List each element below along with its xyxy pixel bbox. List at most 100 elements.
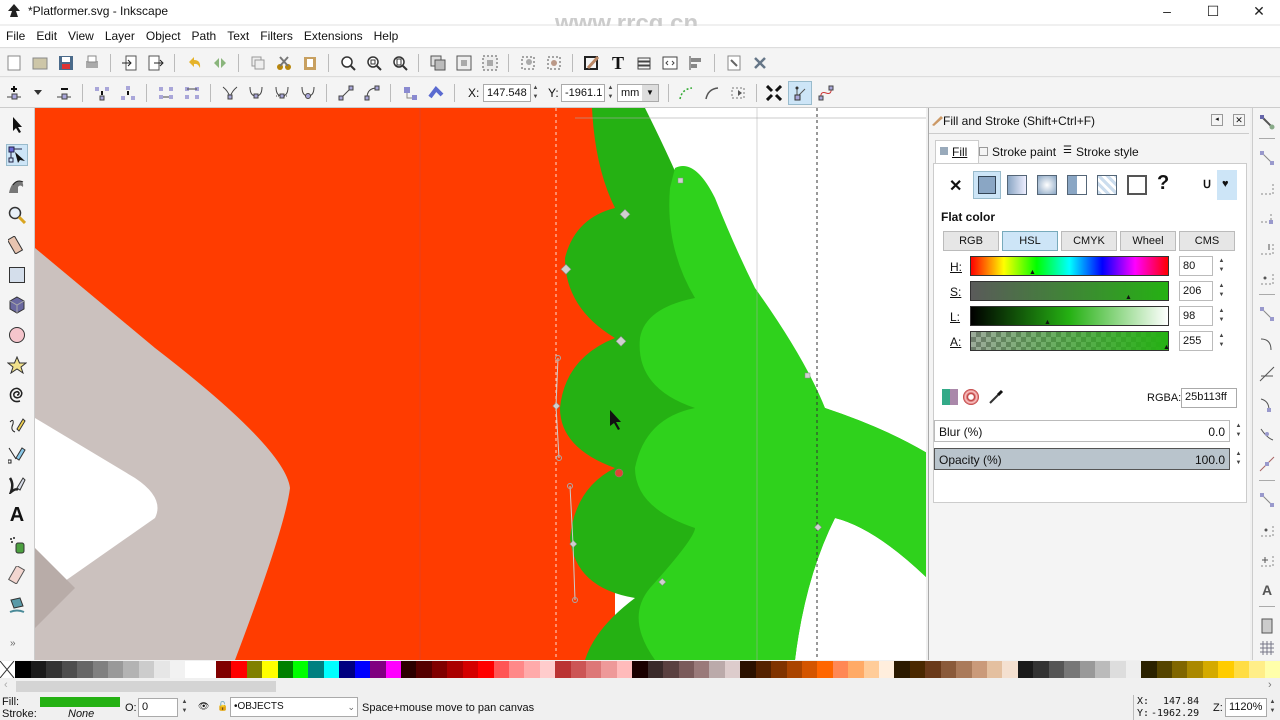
palette-swatch[interactable]: [400, 661, 417, 678]
paste-icon[interactable]: [300, 53, 320, 73]
snap-bbox-center-icon[interactable]: [1257, 268, 1277, 288]
x-spin-buttons[interactable]: ▲ ▼: [531, 84, 540, 102]
alpha-slider[interactable]: ▲: [970, 331, 1170, 351]
fill-indicator[interactable]: [40, 697, 120, 707]
object-to-path-icon[interactable]: [518, 53, 538, 73]
snap-bbox-corner-icon[interactable]: [1257, 208, 1277, 228]
show-transform-handles-icon[interactable]: [764, 83, 784, 103]
palette-swatch[interactable]: [663, 661, 679, 678]
blur-slider[interactable]: Blur (%) 0.0: [934, 420, 1230, 442]
palette-swatch[interactable]: [925, 661, 941, 678]
palette-swatch[interactable]: [786, 661, 802, 678]
color-palette[interactable]: [0, 660, 1280, 679]
palette-swatch[interactable]: [138, 661, 155, 678]
tab-stroke-paint[interactable]: Stroke paint: [979, 140, 1061, 164]
redo-icon[interactable]: [210, 53, 230, 73]
palette-swatch[interactable]: [1079, 661, 1095, 678]
palette-swatch[interactable]: [647, 661, 664, 678]
palette-swatch[interactable]: [755, 661, 772, 678]
palette-swatch[interactable]: [863, 661, 880, 678]
mode-cms-tab[interactable]: CMS: [1179, 231, 1235, 251]
palette-swatch[interactable]: [478, 661, 494, 678]
palette-swatch[interactable]: [879, 661, 895, 678]
palette-swatch[interactable]: [724, 661, 741, 678]
maximize-button[interactable]: ☐: [1190, 0, 1236, 24]
palette-swatch[interactable]: [61, 661, 78, 678]
palette-swatch[interactable]: [1017, 661, 1034, 678]
lightness-input[interactable]: 98: [1179, 306, 1213, 326]
opacity-spin[interactable]: ▲ ▼: [1234, 450, 1243, 468]
node-symmetric-icon[interactable]: [272, 83, 292, 103]
snap-line-midpoints-icon[interactable]: [1257, 454, 1277, 474]
import-icon[interactable]: [120, 53, 140, 73]
palette-swatch[interactable]: [909, 661, 926, 678]
menu-layer[interactable]: Layer: [99, 26, 140, 43]
delete-segment-icon[interactable]: [182, 83, 202, 103]
palette-swatch[interactable]: [1233, 661, 1250, 678]
fill-and-stroke-icon[interactable]: [582, 53, 602, 73]
fill-rule-nonzero-icon[interactable]: ♥: [1217, 170, 1237, 200]
menu-edit[interactable]: Edit: [30, 26, 62, 43]
minimize-button[interactable]: –: [1144, 0, 1190, 24]
fill-rule-evenodd-icon[interactable]: ᑌ: [1203, 178, 1211, 191]
spiral-tool-icon[interactable]: [6, 384, 28, 406]
palette-swatch[interactable]: [493, 661, 509, 678]
hue-spin[interactable]: ▲ ▼: [1217, 257, 1226, 275]
scrollbar-thumb[interactable]: [16, 681, 276, 692]
palette-none-swatch[interactable]: [0, 660, 16, 679]
open-icon[interactable]: [30, 53, 50, 73]
palette-swatch[interactable]: [1033, 661, 1049, 678]
drawing-canvas[interactable]: [34, 108, 926, 660]
blur-spin[interactable]: ▲ ▼: [1234, 422, 1243, 440]
menu-path[interactable]: Path: [186, 26, 222, 43]
align-distribute-icon[interactable]: [686, 53, 706, 73]
palette-swatch[interactable]: [169, 661, 186, 678]
object-to-path-node-icon[interactable]: [400, 83, 420, 103]
snap-enable-icon[interactable]: [1257, 112, 1277, 132]
next-path-effect-icon[interactable]: [676, 83, 696, 103]
zoom-tool-icon[interactable]: [6, 204, 28, 226]
palette-swatch[interactable]: [246, 661, 263, 678]
node-smooth-icon[interactable]: [246, 83, 266, 103]
undo-icon[interactable]: [184, 53, 204, 73]
select-tool-icon[interactable]: [6, 114, 28, 136]
palette-swatch[interactable]: [77, 661, 93, 678]
group-icon[interactable]: [454, 53, 474, 73]
horizontal-scrollbar[interactable]: ‹ ›: [0, 679, 1280, 694]
menu-help[interactable]: Help: [368, 26, 404, 43]
mesh-gradient-button[interactable]: [1067, 175, 1087, 195]
join-nodes-icon[interactable]: [92, 83, 112, 103]
palette-swatch[interactable]: [339, 661, 355, 678]
palette-swatch[interactable]: [940, 661, 957, 678]
zoom-input[interactable]: 1120%: [1225, 698, 1267, 717]
y-spin-buttons[interactable]: ▲ ▼: [606, 84, 615, 102]
palette-swatch[interactable]: [632, 661, 648, 678]
text-and-font-icon[interactable]: T: [608, 53, 628, 73]
palette-swatch[interactable]: [1002, 661, 1018, 678]
tab-fill[interactable]: Fill: [935, 140, 979, 164]
layers-icon[interactable]: [634, 53, 654, 73]
text-tool-icon[interactable]: A: [6, 504, 28, 526]
calligraphy-tool-icon[interactable]: [6, 474, 28, 496]
palette-swatch[interactable]: [740, 661, 756, 678]
palette-swatch[interactable]: [817, 661, 833, 678]
snap-intersections-icon[interactable]: [1257, 364, 1277, 384]
palette-swatch[interactable]: [693, 661, 710, 678]
palette-swatch[interactable]: [46, 661, 62, 678]
out-of-gamut-icon[interactable]: [963, 389, 979, 405]
node-tool-icon[interactable]: [6, 144, 28, 166]
palette-swatch[interactable]: [848, 661, 864, 678]
spray-tool-icon[interactable]: [6, 534, 28, 556]
tweak-tool-icon[interactable]: [6, 174, 28, 196]
layer-lock-icon[interactable]: 🔓: [217, 701, 228, 712]
palette-swatch[interactable]: [277, 661, 294, 678]
unit-select[interactable]: mm ▼: [617, 84, 659, 102]
pattern-button[interactable]: [1097, 175, 1117, 195]
color-managed-icon[interactable]: [942, 389, 958, 405]
lightness-slider-marker[interactable]: ▲: [1044, 319, 1051, 326]
palette-swatch[interactable]: [1187, 661, 1203, 678]
palette-swatch[interactable]: [185, 661, 201, 678]
y-coordinate-input[interactable]: -1961.1: [561, 84, 605, 102]
palette-swatch[interactable]: [586, 661, 602, 678]
mode-wheel-tab[interactable]: Wheel: [1120, 231, 1176, 251]
